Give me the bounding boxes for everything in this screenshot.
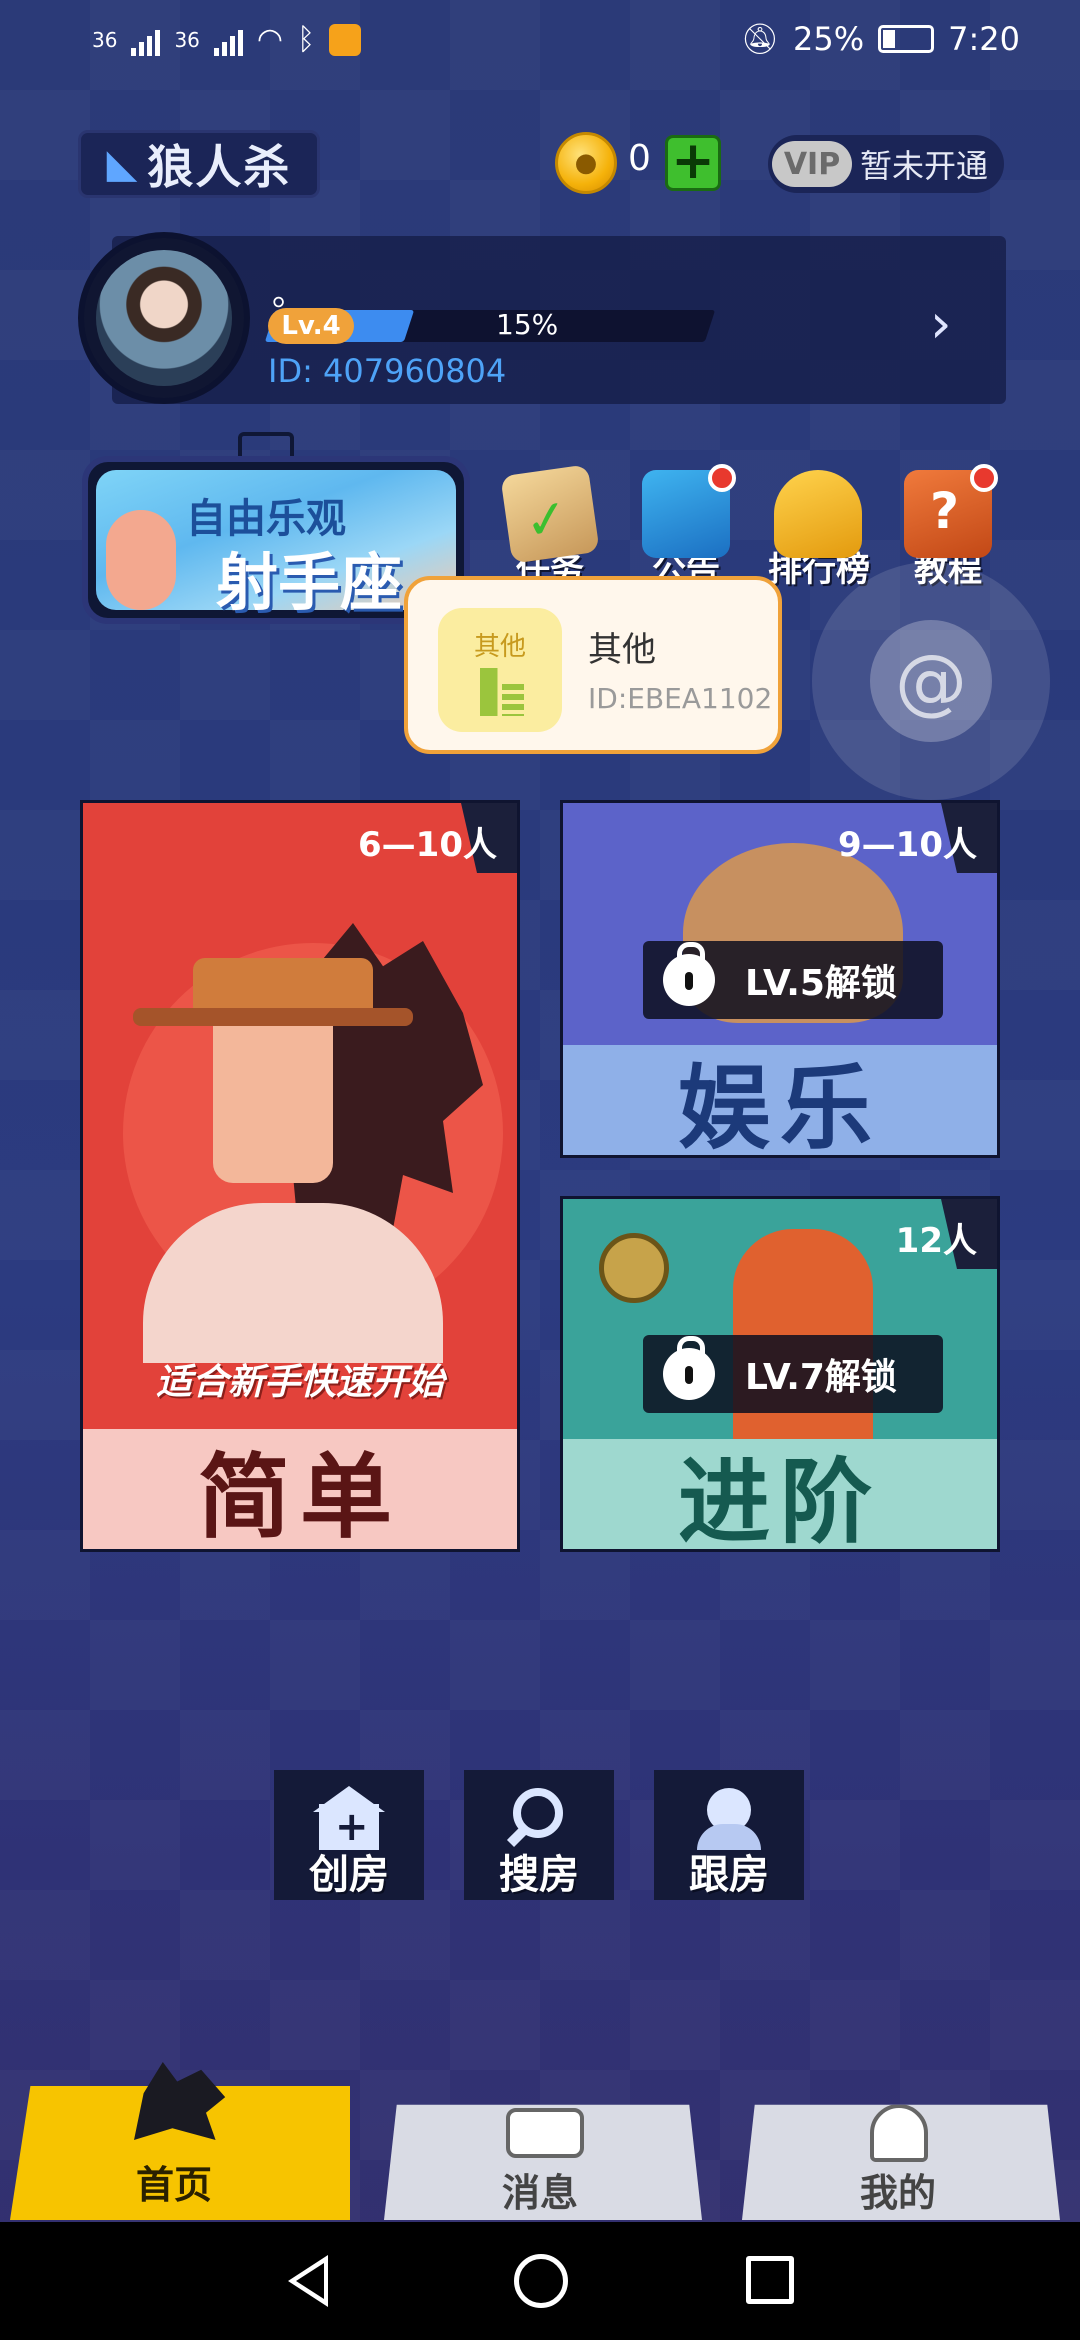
house-plus-icon: + <box>313 1786 385 1850</box>
level-badge: Lv.4 <box>268 308 354 344</box>
clock: 7:20 <box>948 20 1020 58</box>
tab-me-label: 我的 <box>860 2171 937 2215</box>
search-icon <box>503 1786 575 1848</box>
mute-icon: 🔕︎ <box>740 21 780 57</box>
add-coin-button[interactable]: + <box>665 135 721 191</box>
ghost-user-icon <box>870 2104 928 2162</box>
popup-id: ID:EBEA1102 <box>588 682 773 715</box>
unlock-level-advanced: LV.7解锁 <box>745 1357 897 1398</box>
follow-room-label: 跟房 <box>689 1852 769 1898</box>
status-bar: 36 36 ◠ ᛒ 🔕︎ 25% 7:20 <box>0 0 1080 84</box>
lock-overlay-advanced: LV.7解锁 <box>643 1335 943 1413</box>
vip-status: 暂未开通 <box>860 147 989 185</box>
tab-me[interactable]: 我的 <box>742 2104 1060 2220</box>
network-label: 36 <box>92 27 118 52</box>
advanced-mode-title: 进阶 <box>563 1439 997 1549</box>
cupid-illustration <box>106 510 176 610</box>
popup-category-icon: 其他 <box>438 608 562 732</box>
player-count-advanced: 12人 <box>895 1221 977 1261</box>
mode-card-easy[interactable]: 6—10人 适合新手快速开始 简单 <box>80 800 520 1552</box>
coin-count: 0 <box>628 138 651 179</box>
document-icon <box>480 668 524 716</box>
floating-assist-button[interactable]: @ <box>812 562 1050 800</box>
quick-task[interactable]: ✓ 任务 <box>500 464 600 591</box>
create-room-button[interactable]: + 创房 <box>274 1770 424 1900</box>
trophy-icon <box>774 470 862 558</box>
unlock-level-fun: LV.5解锁 <box>745 963 897 1004</box>
search-room-label: 搜房 <box>499 1852 579 1898</box>
medal-icon <box>599 1233 669 1303</box>
app-notification-icon <box>329 23 362 56</box>
battery-percent: 25% <box>793 20 865 58</box>
level-progress-percent: 15% <box>496 308 559 341</box>
chevron-right-icon[interactable]: › <box>930 292 952 355</box>
create-room-label: 创房 <box>309 1852 389 1898</box>
popup-icon-label: 其他 <box>473 632 526 662</box>
mode-card-fun[interactable]: 9—10人 LV.5解锁 娱乐 <box>560 800 1000 1158</box>
search-room-button[interactable]: 搜房 <box>464 1770 614 1900</box>
tab-messages-label: 消息 <box>502 2171 579 2215</box>
follow-user-icon <box>693 1786 765 1850</box>
chat-bubble-icon <box>506 2108 584 2158</box>
book-question-icon: ? <box>904 464 998 558</box>
lock-icon <box>663 1336 715 1400</box>
vip-button[interactable]: VIP 暂未开通 <box>768 135 1004 193</box>
signal-icon-2 <box>213 24 243 56</box>
player-count-easy: 6—10人 <box>358 825 497 865</box>
avatar[interactable] <box>78 232 250 404</box>
easy-mode-title: 简单 <box>83 1429 517 1549</box>
villager-hat-brim <box>133 1008 413 1026</box>
quick-notice[interactable]: 公告 <box>636 464 736 591</box>
fun-mode-title: 娱乐 <box>563 1045 997 1155</box>
lock-overlay-fun: LV.5解锁 <box>643 941 943 1019</box>
follow-room-button[interactable]: 跟房 <box>654 1770 804 1900</box>
recent-apps-icon[interactable] <box>746 2256 794 2304</box>
bluetooth-icon: ᛒ <box>297 22 316 57</box>
back-icon-inner <box>296 2263 324 2299</box>
tab-home-label: 首页 <box>136 2163 213 2207</box>
user-id: ID: 407960804 <box>268 352 507 390</box>
paw-coin-icon: ● <box>555 132 617 194</box>
notification-popup[interactable]: 其他 其他 ID:EBEA1102 <box>404 576 782 754</box>
player-count-fun: 9—10人 <box>838 825 977 865</box>
wifi-icon: ◠ <box>256 22 284 57</box>
popup-title: 其他 <box>588 630 656 670</box>
battery-icon <box>878 25 935 53</box>
scroll-check-icon: ✓ <box>500 464 600 564</box>
tab-messages[interactable]: 消息 <box>384 2104 702 2220</box>
mode-card-advanced[interactable]: 12人 LV.7解锁 进阶 <box>560 1196 1000 1552</box>
network-label-2: 36 <box>174 27 200 52</box>
signal-icon <box>131 24 161 56</box>
spiral-icon: @ <box>870 620 992 742</box>
megaphone-icon <box>642 464 736 558</box>
status-right: 🔕︎ 25% 7:20 <box>741 20 1020 58</box>
notice-badge-dot <box>708 464 736 492</box>
status-left: 36 36 ◠ ᛒ <box>92 22 362 57</box>
banner-title: 射手座 <box>216 546 403 619</box>
wolf-logo-icon: ◣ <box>106 141 140 187</box>
quick-ranking[interactable]: 排行榜 <box>768 470 870 591</box>
logo-text: 狼人杀 <box>147 140 292 194</box>
app-logo: ◣ 狼人杀 <box>78 130 320 198</box>
tutorial-badge-dot <box>970 464 998 492</box>
lock-icon <box>663 942 715 1006</box>
home-icon[interactable] <box>514 2254 568 2308</box>
easy-tagline: 适合新手快速开始 <box>155 1362 444 1403</box>
vip-badge: VIP <box>772 141 852 187</box>
